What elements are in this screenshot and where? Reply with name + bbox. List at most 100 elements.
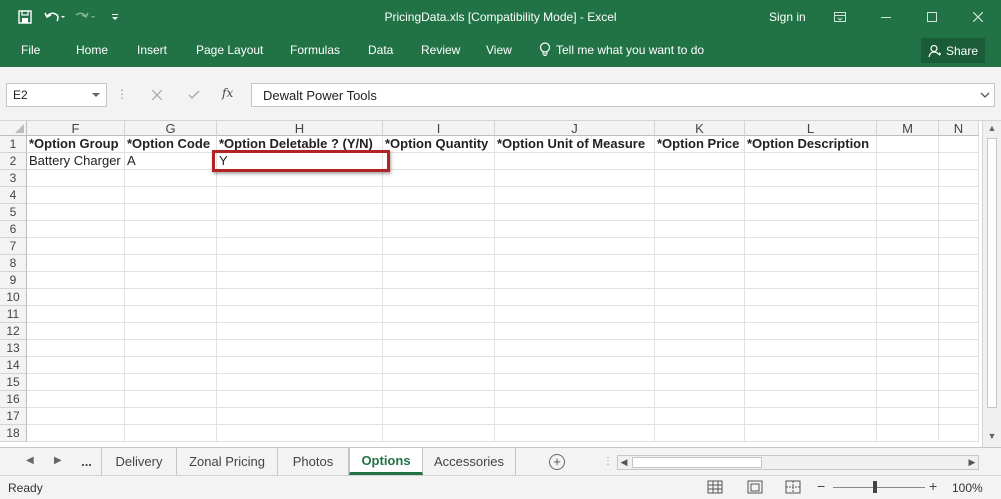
cell-i18[interactable] bbox=[383, 425, 495, 442]
add-sheet-button[interactable]: + bbox=[549, 454, 565, 470]
tab-file[interactable]: File bbox=[21, 43, 40, 57]
column-header-n[interactable]: N bbox=[939, 121, 979, 136]
cell-f8[interactable] bbox=[27, 255, 125, 272]
cell-l15[interactable] bbox=[745, 374, 877, 391]
cell-f11[interactable] bbox=[27, 306, 125, 323]
cell-m6[interactable] bbox=[877, 221, 939, 238]
row-header-5[interactable]: 5 bbox=[0, 204, 27, 221]
cell-m4[interactable] bbox=[877, 187, 939, 204]
column-header-l[interactable]: L bbox=[745, 121, 877, 136]
cancel-entry-button[interactable] bbox=[147, 87, 167, 103]
cell-k4[interactable] bbox=[655, 187, 745, 204]
cell-m15[interactable] bbox=[877, 374, 939, 391]
tab-review[interactable]: Review bbox=[421, 43, 460, 57]
row-header-9[interactable]: 9 bbox=[0, 272, 27, 289]
cell-g10[interactable] bbox=[125, 289, 217, 306]
cell-k7[interactable] bbox=[655, 238, 745, 255]
cell-m7[interactable] bbox=[877, 238, 939, 255]
cell-f4[interactable] bbox=[27, 187, 125, 204]
cell-i11[interactable] bbox=[383, 306, 495, 323]
normal-view-button[interactable] bbox=[707, 480, 723, 494]
cell-k17[interactable] bbox=[655, 408, 745, 425]
cell-h7[interactable] bbox=[217, 238, 383, 255]
cell-f12[interactable] bbox=[27, 323, 125, 340]
cell-h8[interactable] bbox=[217, 255, 383, 272]
cell-k8[interactable] bbox=[655, 255, 745, 272]
cell-f13[interactable] bbox=[27, 340, 125, 357]
cell-j8[interactable] bbox=[495, 255, 655, 272]
cell-m14[interactable] bbox=[877, 357, 939, 374]
cell-l14[interactable] bbox=[745, 357, 877, 374]
cell-g15[interactable] bbox=[125, 374, 217, 391]
cell-n4[interactable] bbox=[939, 187, 979, 204]
tab-formulas[interactable]: Formulas bbox=[290, 43, 340, 57]
cell-m12[interactable] bbox=[877, 323, 939, 340]
cell-l10[interactable] bbox=[745, 289, 877, 306]
cell-n16[interactable] bbox=[939, 391, 979, 408]
cell-l16[interactable] bbox=[745, 391, 877, 408]
tab-insert[interactable]: Insert bbox=[137, 43, 167, 57]
tab-view[interactable]: View bbox=[486, 43, 512, 57]
cell-n15[interactable] bbox=[939, 374, 979, 391]
cell-l18[interactable] bbox=[745, 425, 877, 442]
cell-j5[interactable] bbox=[495, 204, 655, 221]
cell-j17[interactable] bbox=[495, 408, 655, 425]
cell-h10[interactable] bbox=[217, 289, 383, 306]
cell-i1[interactable]: *Option Quantity bbox=[383, 136, 495, 153]
cell-j7[interactable] bbox=[495, 238, 655, 255]
cell-k18[interactable] bbox=[655, 425, 745, 442]
cell-j12[interactable] bbox=[495, 323, 655, 340]
tab-data[interactable]: Data bbox=[368, 43, 393, 57]
column-header-f[interactable]: F bbox=[27, 121, 125, 136]
cell-g14[interactable] bbox=[125, 357, 217, 374]
cell-l11[interactable] bbox=[745, 306, 877, 323]
cell-f5[interactable] bbox=[27, 204, 125, 221]
cell-l2[interactable] bbox=[745, 153, 877, 170]
cell-g8[interactable] bbox=[125, 255, 217, 272]
column-header-g[interactable]: G bbox=[125, 121, 217, 136]
scroll-down-arrow[interactable]: ▼ bbox=[986, 431, 998, 445]
cell-h11[interactable] bbox=[217, 306, 383, 323]
insert-function-button[interactable]: fx bbox=[222, 86, 233, 100]
scroll-right-arrow[interactable]: ▶ bbox=[966, 456, 978, 469]
column-header-h[interactable]: H bbox=[217, 121, 383, 136]
maximize-button[interactable] bbox=[909, 0, 955, 34]
sheet-tab-accessories[interactable]: Accessories bbox=[423, 448, 516, 475]
cell-j2[interactable] bbox=[495, 153, 655, 170]
cell-n3[interactable] bbox=[939, 170, 979, 187]
column-header-m[interactable]: M bbox=[877, 121, 939, 136]
cell-n14[interactable] bbox=[939, 357, 979, 374]
cell-k2[interactable] bbox=[655, 153, 745, 170]
select-all-corner[interactable] bbox=[0, 121, 27, 136]
cell-h17[interactable] bbox=[217, 408, 383, 425]
cell-g17[interactable] bbox=[125, 408, 217, 425]
cell-h15[interactable] bbox=[217, 374, 383, 391]
tab-split-handle[interactable]: ⋮ bbox=[603, 456, 613, 467]
cell-h16[interactable] bbox=[217, 391, 383, 408]
row-header-16[interactable]: 16 bbox=[0, 391, 27, 408]
cell-h18[interactable] bbox=[217, 425, 383, 442]
row-header-17[interactable]: 17 bbox=[0, 408, 27, 425]
cell-g1[interactable]: *Option Code bbox=[125, 136, 217, 153]
row-header-10[interactable]: 10 bbox=[0, 289, 27, 306]
cell-m10[interactable] bbox=[877, 289, 939, 306]
row-header-2[interactable]: 2 bbox=[0, 153, 27, 170]
cell-i7[interactable] bbox=[383, 238, 495, 255]
cell-j10[interactable] bbox=[495, 289, 655, 306]
tab-home[interactable]: Home bbox=[76, 43, 108, 57]
tab-scroll-left-arrow[interactable]: ◀ bbox=[26, 455, 34, 466]
cell-i13[interactable] bbox=[383, 340, 495, 357]
sheet-tab-zonal-pricing[interactable]: Zonal Pricing bbox=[177, 448, 278, 475]
cell-f2[interactable]: Battery Charger bbox=[27, 153, 125, 170]
minimize-button[interactable] bbox=[863, 0, 909, 34]
cell-l1[interactable]: *Option Description bbox=[745, 136, 877, 153]
cell-j18[interactable] bbox=[495, 425, 655, 442]
zoom-out-button[interactable]: − bbox=[817, 478, 825, 494]
cell-i8[interactable] bbox=[383, 255, 495, 272]
cell-f15[interactable] bbox=[27, 374, 125, 391]
cell-i17[interactable] bbox=[383, 408, 495, 425]
cell-k16[interactable] bbox=[655, 391, 745, 408]
cell-k6[interactable] bbox=[655, 221, 745, 238]
cell-g4[interactable] bbox=[125, 187, 217, 204]
spreadsheet-grid[interactable]: FGHIJKLMN 1 *Option Group *Option Code *Opt… bbox=[0, 121, 982, 447]
